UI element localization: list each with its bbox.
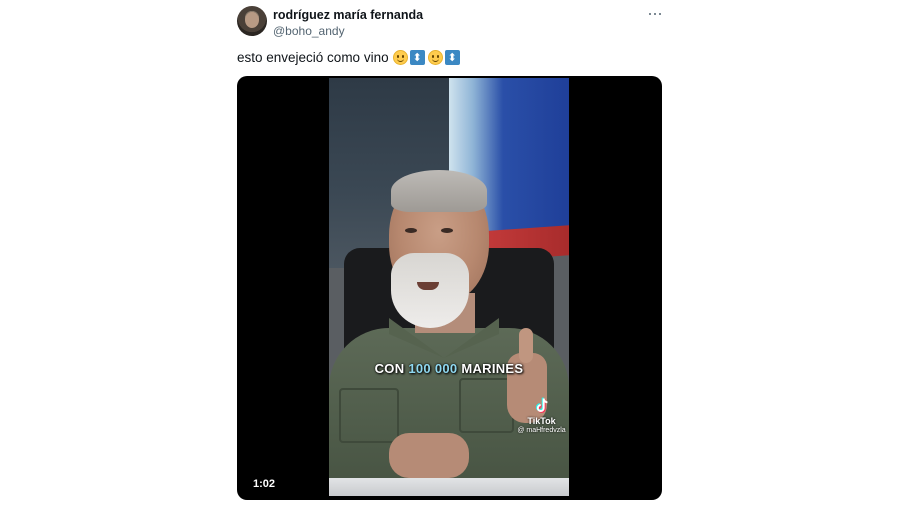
video-caption: CON 100 000 MARINES <box>329 361 569 376</box>
tweet: rodríguez maría fernanda @boho_andy esto… <box>237 0 662 505</box>
more-dot-icon <box>653 12 657 16</box>
person-eye <box>441 228 453 233</box>
shirt-pocket <box>459 378 514 433</box>
person-hand <box>389 433 469 478</box>
caption-suffix: MARINES <box>457 361 524 376</box>
person-beard <box>391 253 469 328</box>
more-dot-icon <box>658 12 662 16</box>
person-thumb <box>519 328 533 363</box>
up-down-arrow-icon: ⬍ <box>409 50 425 65</box>
more-options-button[interactable] <box>645 6 665 22</box>
person-hair <box>391 170 487 212</box>
tiktok-watermark: TikTok @ maHfredvzla <box>514 396 569 435</box>
slightly-smiling-face-icon <box>392 50 408 65</box>
tiktok-username: @ maHfredvzla <box>517 427 566 434</box>
tiktok-label: TikTok <box>527 416 556 426</box>
slightly-smiling-face-icon <box>427 50 443 65</box>
video-player[interactable]: CON 100 000 MARINES TikTok @ maHfredvzla… <box>237 76 662 500</box>
user-handle[interactable]: @boho_andy <box>273 24 345 38</box>
video-duration: 1:02 <box>249 477 280 491</box>
tweet-text-content: esto envejeció como vino <box>237 50 389 65</box>
tweet-text: esto envejeció como vino ⬍ ⬍ <box>237 50 463 65</box>
display-name[interactable]: rodríguez maría fernanda <box>273 8 423 22</box>
shirt-pocket <box>339 388 399 443</box>
tiktok-logo-icon <box>535 397 548 413</box>
tweet-emojis: ⬍ ⬍ <box>392 50 463 65</box>
video-frame: CON 100 000 MARINES TikTok @ maHfredvzla <box>329 78 569 496</box>
person-eye <box>405 228 417 233</box>
caption-prefix: CON <box>374 361 409 376</box>
more-dot-icon <box>648 12 652 16</box>
up-down-arrow-icon: ⬍ <box>444 50 460 65</box>
desk <box>329 478 569 496</box>
avatar[interactable] <box>237 6 267 36</box>
caption-highlight: 100 000 <box>408 361 458 376</box>
